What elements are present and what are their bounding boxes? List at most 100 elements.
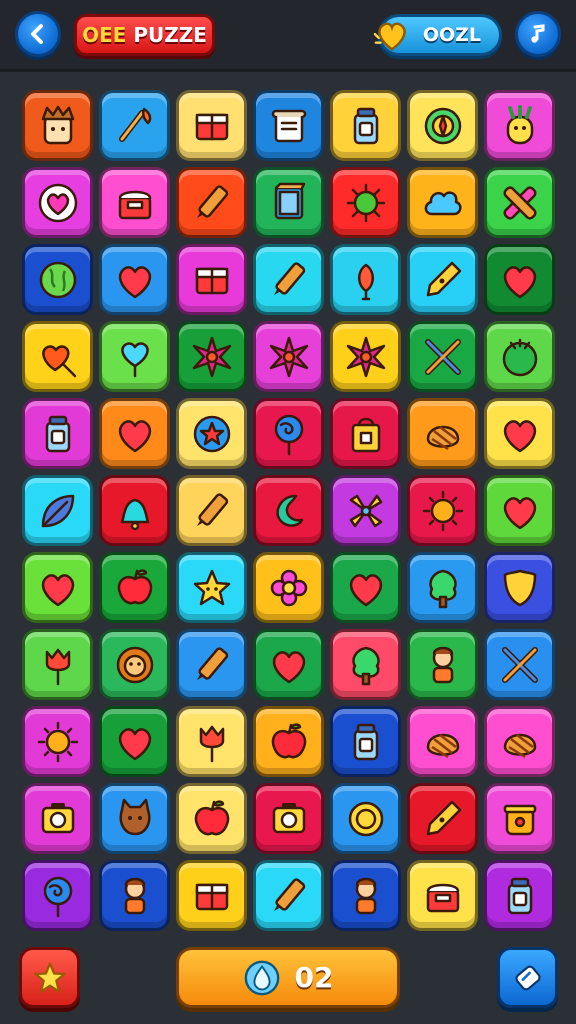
shell-icon xyxy=(426,425,459,450)
back-button[interactable] xyxy=(15,11,61,57)
puzzle-tile[interactable] xyxy=(176,90,247,161)
heart-badge-icon xyxy=(38,183,77,222)
puzzle-tile[interactable] xyxy=(22,783,93,854)
puzzle-tile[interactable] xyxy=(99,398,170,469)
puzzle-tile[interactable] xyxy=(330,783,401,854)
puzzle-tile[interactable] xyxy=(407,860,478,931)
puzzle-tile[interactable] xyxy=(484,167,555,238)
puzzle-tile[interactable] xyxy=(176,860,247,931)
puzzle-tile[interactable] xyxy=(484,783,555,854)
gold-heart-icon xyxy=(373,22,406,51)
puzzle-tile[interactable] xyxy=(22,475,93,546)
puzzle-tile[interactable] xyxy=(253,321,324,392)
puzzle-tile[interactable] xyxy=(99,321,170,392)
tulip-icon xyxy=(199,725,224,762)
pencil-icon xyxy=(196,492,228,526)
puzzle-tile[interactable] xyxy=(484,706,555,777)
puzzle-tile[interactable] xyxy=(484,860,555,931)
puzzle-tile[interactable] xyxy=(253,475,324,546)
cross-bandage-icon xyxy=(502,185,537,220)
puzzle-tile[interactable] xyxy=(484,244,555,315)
puzzle-tile[interactable] xyxy=(22,629,93,700)
puzzle-tile[interactable] xyxy=(253,783,324,854)
lollipop-icon xyxy=(43,876,72,917)
flower-icon xyxy=(270,569,307,606)
puzzle-tile[interactable] xyxy=(407,783,478,854)
puzzle-tile[interactable] xyxy=(22,860,93,931)
puzzle-tile[interactable] xyxy=(330,244,401,315)
puzzle-tile[interactable] xyxy=(330,629,401,700)
puzzle-tile[interactable] xyxy=(330,475,401,546)
star-button[interactable] xyxy=(19,947,80,1008)
puzzle-tile[interactable] xyxy=(407,244,478,315)
puzzle-tile[interactable] xyxy=(176,783,247,854)
eraser-button[interactable] xyxy=(497,947,558,1008)
puzzle-tile[interactable] xyxy=(253,90,324,161)
puzzle-tile[interactable] xyxy=(330,398,401,469)
puzzle-tile[interactable] xyxy=(407,167,478,238)
puzzle-tile[interactable] xyxy=(22,706,93,777)
puzzle-tile[interactable] xyxy=(407,706,478,777)
music-button[interactable] xyxy=(515,11,561,57)
puzzle-tile[interactable] xyxy=(99,90,170,161)
puzzle-tile[interactable] xyxy=(253,398,324,469)
puzzle-tile[interactable] xyxy=(176,629,247,700)
puzzle-tile[interactable] xyxy=(253,706,324,777)
puzzle-tile[interactable] xyxy=(99,244,170,315)
puzzle-tile[interactable] xyxy=(99,552,170,623)
shell-icon xyxy=(503,733,536,758)
puzzle-tile[interactable] xyxy=(407,321,478,392)
tulip-icon xyxy=(45,648,70,685)
bag-icon xyxy=(351,417,380,452)
puzzle-tile[interactable] xyxy=(176,244,247,315)
puzzle-tile[interactable] xyxy=(484,475,555,546)
puzzle-tile[interactable] xyxy=(176,167,247,238)
puzzle-tile[interactable] xyxy=(22,552,93,623)
moves-counter[interactable]: 02 xyxy=(176,947,400,1008)
puzzle-tile[interactable] xyxy=(484,552,555,623)
puzzle-tile[interactable] xyxy=(22,90,93,161)
puzzle-tile[interactable] xyxy=(176,475,247,546)
star-flower-icon xyxy=(192,336,231,377)
puzzle-tile[interactable] xyxy=(484,321,555,392)
puzzle-tile[interactable] xyxy=(253,860,324,931)
puzzle-tile[interactable] xyxy=(176,706,247,777)
puzzle-tile[interactable] xyxy=(253,629,324,700)
coin-counter[interactable]: OOZL xyxy=(373,14,502,56)
puzzle-tile[interactable] xyxy=(176,398,247,469)
puzzle-tile[interactable] xyxy=(99,783,170,854)
puzzle-tile[interactable] xyxy=(253,167,324,238)
puzzle-tile[interactable] xyxy=(253,244,324,315)
puzzle-tile[interactable] xyxy=(22,167,93,238)
puzzle-tile[interactable] xyxy=(407,398,478,469)
camera-icon xyxy=(272,802,305,833)
puzzle-tile[interactable] xyxy=(253,552,324,623)
puzzle-tile[interactable] xyxy=(99,629,170,700)
puzzle-tile[interactable] xyxy=(330,552,401,623)
puzzle-tile[interactable] xyxy=(484,90,555,161)
chevron-left-icon xyxy=(31,24,43,44)
pencil-icon xyxy=(273,877,305,911)
puzzle-tile[interactable] xyxy=(330,321,401,392)
pot-icon xyxy=(503,804,536,835)
puzzle-tile[interactable] xyxy=(484,629,555,700)
puzzle-tile[interactable] xyxy=(484,398,555,469)
puzzle-tile[interactable] xyxy=(176,321,247,392)
puzzle-tile[interactable] xyxy=(330,706,401,777)
puzzle-tile[interactable] xyxy=(99,706,170,777)
puzzle-tile[interactable] xyxy=(99,167,170,238)
puzzle-tile[interactable] xyxy=(99,860,170,931)
puzzle-tile[interactable] xyxy=(99,475,170,546)
puzzle-tile[interactable] xyxy=(22,321,93,392)
puzzle-tile[interactable] xyxy=(176,552,247,623)
puzzle-tile[interactable] xyxy=(22,398,93,469)
crossed-tools-icon xyxy=(424,338,461,375)
puzzle-tile[interactable] xyxy=(330,90,401,161)
puzzle-tile[interactable] xyxy=(407,552,478,623)
puzzle-tile[interactable] xyxy=(407,629,478,700)
puzzle-tile[interactable] xyxy=(330,860,401,931)
puzzle-tile[interactable] xyxy=(22,244,93,315)
puzzle-tile[interactable] xyxy=(407,90,478,161)
puzzle-tile[interactable] xyxy=(330,167,401,238)
puzzle-tile[interactable] xyxy=(407,475,478,546)
